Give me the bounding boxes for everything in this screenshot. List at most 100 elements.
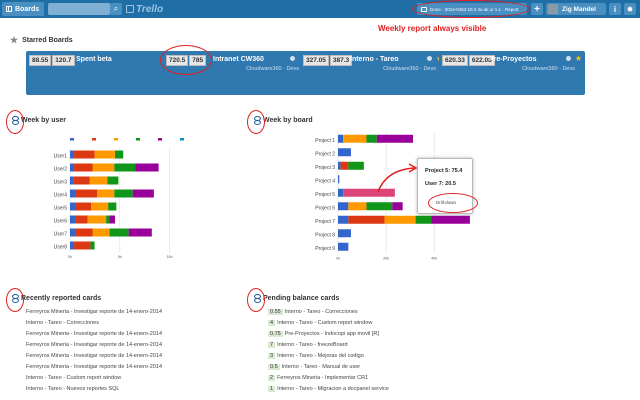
list-item[interactable]: 4 Interno - Tareo - Custom report window	[268, 317, 389, 328]
gear-icon[interactable]: ✹	[624, 3, 636, 15]
annotation-ellipse-pending	[247, 288, 265, 312]
list-item[interactable]: 0.5 Interno - Tareo - Manual de user	[268, 361, 389, 372]
annotation-ellipse-drilldown	[428, 193, 478, 213]
bar-segment	[70, 228, 76, 237]
trello-logo[interactable]: Trello	[126, 2, 163, 16]
list-item[interactable]: Interno - Tareo - Correcciones	[26, 317, 162, 328]
hours-spent: 620.33	[442, 55, 468, 66]
board-name: Spent beta	[76, 56, 112, 63]
info-icon[interactable]: i	[609, 3, 621, 15]
card-label: Interno - Tareo - Mejoras del codigo	[277, 352, 364, 359]
bar-segment	[70, 241, 75, 250]
search-input[interactable]	[48, 3, 110, 15]
bar-segment	[70, 150, 75, 159]
bar-segment	[348, 215, 385, 224]
balance-badge: 1	[268, 385, 276, 392]
category-label: User4	[54, 193, 68, 199]
starred-boards-heading: ★ Starred Boards	[10, 35, 73, 46]
bar-segment	[338, 229, 351, 238]
starred-title: Starred Boards	[22, 37, 73, 44]
list-item[interactable]: 0.55 Interno - Tareo - Correcciones	[268, 306, 389, 317]
bar-segment	[92, 228, 110, 237]
annotation-ellipse-board	[247, 110, 265, 134]
category-label: User7	[54, 232, 68, 238]
card-label: Interno - Tareo - freezeBoard	[277, 341, 348, 348]
legend-swatch	[92, 138, 96, 141]
bar-segment	[70, 163, 75, 172]
bar-segment	[338, 188, 344, 197]
list-item[interactable]: 7 Interno - Tareo - freezeBoard	[268, 339, 389, 350]
bar-segment	[366, 134, 377, 143]
annotation-ellipse-hours	[160, 45, 212, 75]
category-label: User1	[54, 154, 68, 160]
bar-segment	[366, 202, 393, 211]
list-item[interactable]: Ferreyros Mineria - Investigar reporte d…	[26, 306, 162, 317]
board-org: Cloudware360 - Devs	[522, 66, 575, 72]
logo-text: Trello	[136, 3, 164, 15]
bar-segment	[114, 189, 133, 198]
bar-segment	[132, 189, 154, 198]
category-label: User3	[54, 180, 68, 186]
boards-button[interactable]: Boards	[2, 2, 44, 16]
bar-segment	[338, 161, 341, 170]
bar-segment	[75, 228, 93, 237]
bar-segment	[70, 215, 76, 224]
list-item[interactable]: Ferreyros Mineria - Investigar reporte d…	[26, 339, 162, 350]
user-menu-button[interactable]: Zig Mandel	[546, 3, 606, 15]
bar-segment	[338, 242, 349, 251]
category-label: Project 5	[315, 192, 335, 198]
recent-cards-title: Recently reported cards	[21, 295, 102, 302]
recent-cards-heading: Recently reported cards	[12, 294, 101, 303]
list-item[interactable]: 0.75 Pre-Proyectos - Indocopi app movil […	[268, 328, 389, 339]
trello-logo-icon	[126, 5, 134, 13]
board-tile-spent-beta[interactable]: 88.55 120.7 Spent beta ★	[26, 51, 172, 95]
list-item[interactable]: Ferreyros Mineria - Investigar reporte d…	[26, 350, 162, 361]
bar-segment	[75, 202, 92, 211]
bar-segment	[75, 189, 98, 198]
bar-segment	[392, 202, 403, 211]
bar-segment	[109, 228, 129, 237]
list-item[interactable]: 3 Interno - Tareo - Mejoras del codigo	[268, 350, 389, 361]
category-label: User6	[54, 219, 68, 225]
x-tick-label: 40h	[431, 257, 437, 261]
bar-segment	[92, 163, 115, 172]
bar-segment	[70, 189, 76, 198]
board-org: Cloudware360 - Devs	[383, 66, 436, 72]
bar-segment	[106, 215, 110, 224]
list-item[interactable]: 1 Interno - Tareo - Migracion a docpanel …	[268, 383, 389, 394]
legend-swatch	[136, 138, 140, 141]
card-label: Pre-Proyectos - Indocopi app movil [R]	[284, 330, 379, 337]
list-item[interactable]: Ferreyros Mineria - Investigar reporte d…	[26, 361, 162, 372]
search-icon[interactable]: ⌕	[110, 3, 122, 15]
star-icon[interactable]: ★	[575, 54, 582, 63]
list-item[interactable]: Interno - Tareo - Custom report window	[26, 372, 162, 383]
bar-segment	[70, 176, 74, 185]
pending-cards-heading: Pending balance cards	[254, 294, 339, 303]
list-item[interactable]: Interno - Tareo - Nuevos reportes SQL	[26, 383, 162, 394]
bar-segment	[384, 215, 416, 224]
hours-estimated: 387.3	[329, 55, 353, 66]
bar-segment	[74, 241, 91, 250]
board-tile-preproyectos[interactable]: 620.33 622.08 Pre-Proyectos Cloudware360…	[439, 51, 585, 95]
card-label: Ferreyros Mineria - Implementar CR1	[277, 374, 369, 381]
pending-cards-title: Pending balance cards	[263, 295, 340, 302]
card-label: Interno - Tareo - Correcciones	[284, 308, 358, 315]
bar-segment	[107, 176, 119, 185]
category-label: Project 9	[315, 246, 335, 252]
category-label: Project 2	[315, 151, 335, 157]
legend-swatch	[70, 138, 74, 141]
bar-segment	[135, 163, 159, 172]
bar-segment	[376, 134, 413, 143]
list-item[interactable]: Ferreyros Mineria - Investigar reporte d…	[26, 328, 162, 339]
balance-badge: 0.75	[268, 330, 283, 337]
board-tile-interno[interactable]: 327.05 387.3 Interno - Tareo Cloudware36…	[300, 51, 446, 95]
list-item[interactable]: 2 Ferreyros Mineria - Implementar CR1	[268, 372, 389, 383]
add-button[interactable]: +	[531, 3, 543, 15]
legend-swatch	[158, 138, 162, 141]
week-by-user-chart[interactable]: 0h 5h 10h User1 User2 User3 User4 User5 User6 Use…	[40, 134, 240, 264]
bar-segment	[348, 202, 367, 211]
category-label: Project 4	[315, 178, 335, 184]
hours-spent: 88.55	[29, 55, 52, 66]
bar-segment	[128, 228, 152, 237]
x-tick-label: 0h	[336, 257, 340, 261]
